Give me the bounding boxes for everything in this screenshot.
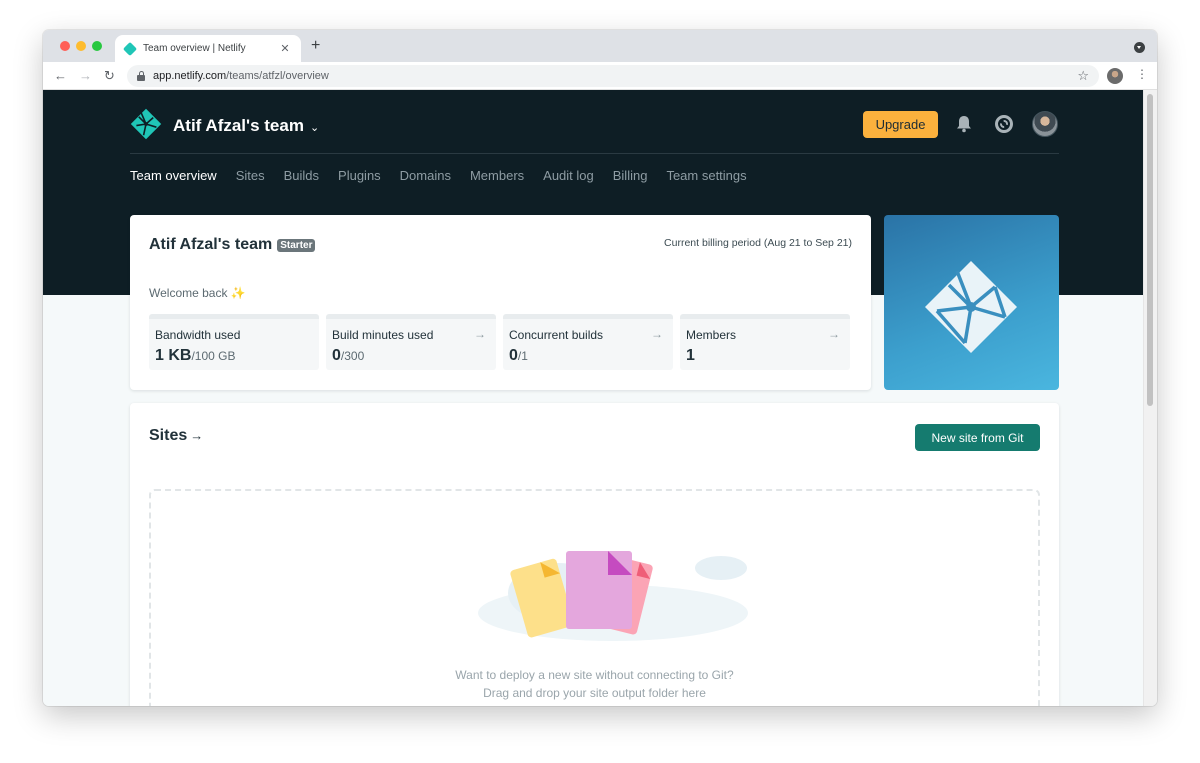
arrow-right-icon: → <box>190 428 204 443</box>
upgrade-button[interactable]: Upgrade <box>863 111 938 138</box>
netlify-favicon-icon <box>122 41 138 56</box>
stat-amount: 0 <box>332 347 341 364</box>
stat-build-minutes[interactable]: Build minutes used → 0/300 <box>326 314 496 370</box>
stat-limit: /100 GB <box>191 349 236 363</box>
nav-tab-builds[interactable]: Builds <box>284 168 319 183</box>
stat-label: Concurrent builds <box>509 328 604 342</box>
nav-tab-billing[interactable]: Billing <box>613 168 648 183</box>
stat-label: Members <box>686 328 737 342</box>
stat-members[interactable]: Members → 1 <box>680 314 850 370</box>
stat-limit: /1 <box>517 349 528 363</box>
team-card-name: Atif Afzal's team <box>149 236 273 253</box>
forward-arrow-icon[interactable]: → <box>79 68 92 83</box>
page-content: Atif Afzal's team ⌄ Upgrade Team overvie… <box>43 90 1143 706</box>
browser-toolbar: ← → ↻ app.netlify.com/teams/atfzl/overvi… <box>43 62 1157 90</box>
tab-title: Team overview | Netlify <box>143 43 246 54</box>
close-tab-icon[interactable]: ✕ <box>279 42 291 55</box>
arrow-right-icon: → <box>828 327 840 341</box>
nav-tab-members[interactable]: Members <box>470 168 524 183</box>
nav-tab-domains[interactable]: Domains <box>400 168 451 183</box>
team-name-header: Atif Afzal's team <box>173 116 304 135</box>
arrow-right-icon: → <box>651 327 663 341</box>
chevron-down-icon: ⌄ <box>309 121 320 134</box>
deploy-dropzone[interactable]: Want to deploy a new site without connec… <box>149 489 1040 706</box>
user-avatar[interactable] <box>1032 111 1058 137</box>
scrollbar-thumb[interactable] <box>1147 94 1153 406</box>
stat-bandwidth: Bandwidth used 1 KB/100 GB <box>149 314 319 370</box>
usage-stats: Bandwidth used 1 KB/100 GB Build minutes… <box>149 314 857 370</box>
browser-tab[interactable]: Team overview | Netlify ✕ <box>115 35 301 62</box>
welcome-message: Welcome back ✨ <box>149 286 245 300</box>
stat-label: Build minutes used <box>332 328 434 342</box>
maximize-window-button[interactable] <box>92 41 102 51</box>
tab-search-icon[interactable] <box>1134 42 1145 53</box>
minimize-window-button[interactable] <box>76 41 86 51</box>
stat-value: 1 KB/100 GB <box>155 347 235 365</box>
header-divider <box>130 153 1059 154</box>
dropzone-hint: Drag and drop your site output folder he… <box>483 686 706 700</box>
nav-tab-team-overview[interactable]: Team overview <box>130 168 217 183</box>
sites-heading-link[interactable]: Sites → <box>149 427 203 445</box>
netlify-logo-icon[interactable] <box>130 108 162 140</box>
nav-tab-sites[interactable]: Sites <box>236 168 265 183</box>
lock-icon <box>137 70 145 81</box>
stat-value: 1 <box>686 347 695 365</box>
files-illustration-icon <box>478 551 748 641</box>
team-card-title: Atif Afzal's team Starter <box>149 236 316 254</box>
url-host: app.netlify.com <box>153 70 227 82</box>
stat-label: Bandwidth used <box>155 328 241 342</box>
stat-amount: 0 <box>509 347 518 364</box>
browser-menu-icon[interactable]: ⋮ <box>1136 68 1148 80</box>
team-nav: Team overview Sites Builds Plugins Domai… <box>130 168 766 183</box>
new-site-from-git-button[interactable]: New site from Git <box>915 424 1040 451</box>
billing-period: Current billing period (Aug 21 to Sep 21… <box>664 237 852 249</box>
help-lifebuoy-icon[interactable] <box>995 115 1013 133</box>
sites-card: Sites → New site from Git Want to deploy… <box>130 403 1059 706</box>
back-arrow-icon[interactable]: ← <box>54 68 67 83</box>
dropzone-prompt: Want to deploy a new site without connec… <box>455 668 734 682</box>
team-overview-card: Atif Afzal's team Starter Current billin… <box>130 215 871 390</box>
browser-profile-avatar[interactable] <box>1107 68 1123 84</box>
arrow-right-icon: → <box>474 327 486 341</box>
stat-limit: /300 <box>340 349 365 363</box>
nav-tab-plugins[interactable]: Plugins <box>338 168 381 183</box>
team-switcher[interactable]: Atif Afzal's team ⌄ <box>173 116 319 136</box>
reload-icon[interactable]: ↻ <box>104 68 115 84</box>
stat-amount: 1 <box>686 347 695 364</box>
welcome-text: Welcome back <box>149 286 228 300</box>
notification-bell-icon[interactable] <box>956 115 972 133</box>
url-text: app.netlify.com/teams/atfzl/overview <box>153 70 329 82</box>
tab-strip: Team overview | Netlify ✕ + <box>43 30 1157 62</box>
nav-tab-team-settings[interactable]: Team settings <box>666 168 746 183</box>
stat-value: 0/1 <box>509 347 528 365</box>
stat-amount: 1 KB <box>155 347 192 364</box>
browser-window: Team overview | Netlify ✕ + ← → ↻ app.ne… <box>43 30 1157 706</box>
plan-badge: Starter <box>277 238 316 252</box>
nav-tab-audit-log[interactable]: Audit log <box>543 168 594 183</box>
promo-banner <box>884 215 1059 390</box>
sites-heading: Sites <box>149 427 188 444</box>
address-bar[interactable]: app.netlify.com/teams/atfzl/overview ☆ <box>127 65 1099 87</box>
url-path: /teams/atfzl/overview <box>226 70 329 82</box>
close-window-button[interactable] <box>60 41 70 51</box>
bookmark-star-icon[interactable]: ☆ <box>1077 68 1089 84</box>
sparkles-icon: ✨ <box>230 286 246 300</box>
netlify-mark-icon <box>925 261 1017 353</box>
new-tab-button[interactable]: + <box>311 37 320 55</box>
stat-concurrent-builds[interactable]: Concurrent builds → 0/1 <box>503 314 673 370</box>
stat-value: 0/300 <box>332 347 364 365</box>
